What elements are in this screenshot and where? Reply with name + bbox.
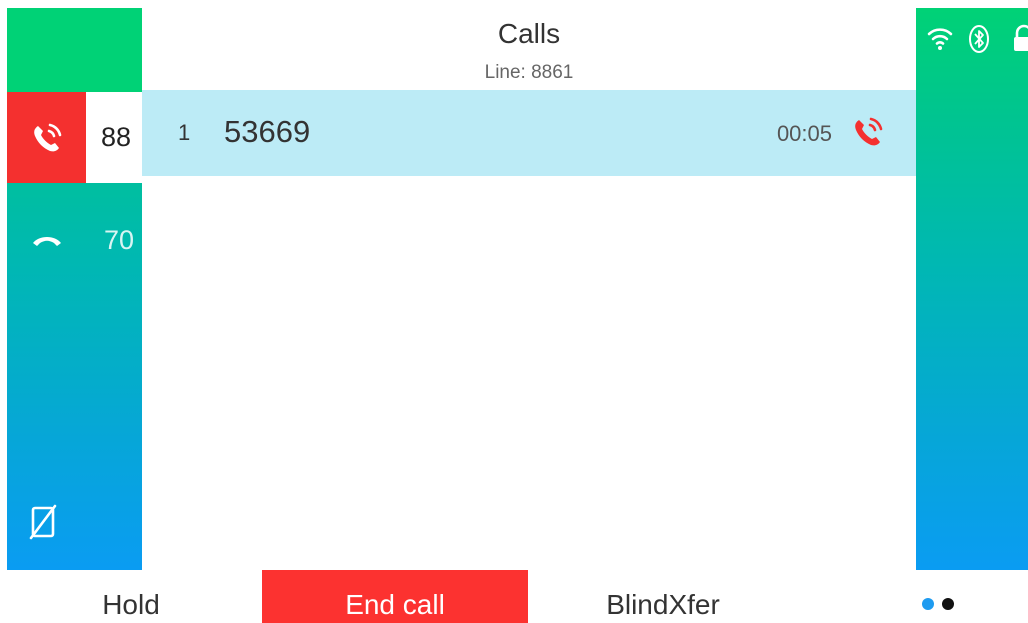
- softkey-bar: Hold End call BlindXfer: [0, 570, 1028, 623]
- call-list-item[interactable]: 1 53669 00:05: [142, 90, 916, 176]
- phone-screen: 88 70 Calls Line: 8861 1 53669 00:05 Hol…: [0, 0, 1028, 623]
- page-indicator[interactable]: [920, 598, 960, 612]
- line-key-2[interactable]: 70: [7, 196, 142, 284]
- line-key-2-label: 70: [104, 225, 135, 255]
- line-key-1-label: 88: [86, 92, 142, 183]
- handset-icon: [7, 196, 86, 284]
- page-title: Calls: [497, 18, 561, 49]
- call-index: 1: [178, 120, 191, 145]
- lock-icon: [1012, 24, 1028, 54]
- phone-ringing-icon: [7, 92, 86, 183]
- wifi-icon: [926, 24, 954, 52]
- phone-ringing-icon: [848, 112, 888, 152]
- blind-transfer-button[interactable]: BlindXfer: [528, 570, 798, 623]
- page-dot: [942, 598, 954, 610]
- page-dot-current: [922, 598, 934, 610]
- call-duration: 00:05: [776, 121, 832, 146]
- hold-button[interactable]: Hold: [0, 570, 262, 623]
- do-not-disturb-icon[interactable]: [25, 502, 61, 542]
- line-subtitle: Line: 8861: [484, 62, 574, 83]
- end-call-button[interactable]: End call: [262, 570, 528, 623]
- line-key-1[interactable]: 88: [7, 92, 142, 183]
- line-keys-panel: 88 70: [7, 8, 142, 570]
- call-number: 53669: [224, 114, 311, 149]
- calls-header: Calls Line: 8861: [142, 8, 916, 90]
- bluetooth-icon: [968, 24, 990, 54]
- status-panel: [916, 8, 1028, 570]
- line-keys-header: [7, 8, 142, 92]
